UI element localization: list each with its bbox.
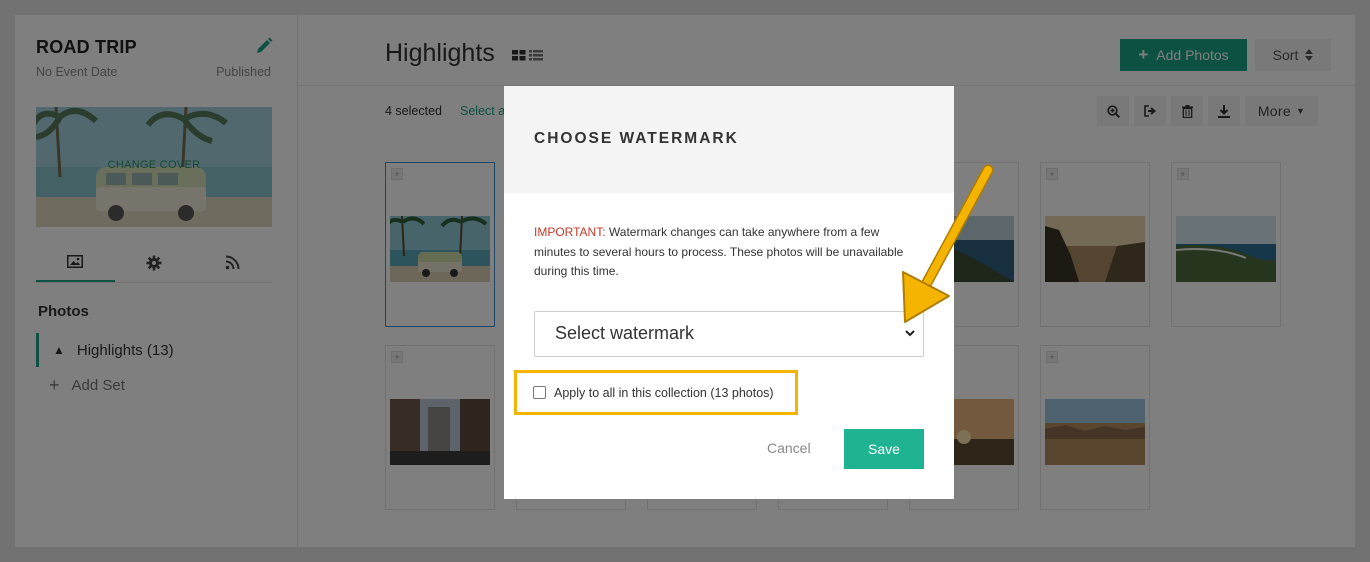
watermark-select-value: Select watermark xyxy=(555,323,695,343)
dialog-title: CHOOSE WATERMARK xyxy=(534,130,739,147)
save-button[interactable]: Save xyxy=(844,429,924,469)
cancel-button[interactable]: Cancel xyxy=(767,440,811,456)
watermark-dialog: CHOOSE WATERMARK IMPORTANT: Watermark ch… xyxy=(504,86,954,499)
apply-all-label: Apply to all in this collection (13 phot… xyxy=(554,385,774,400)
apply-all-checkbox[interactable] xyxy=(533,386,546,399)
dialog-header: CHOOSE WATERMARK xyxy=(504,86,954,193)
important-label: IMPORTANT: xyxy=(534,225,606,239)
dialog-body: IMPORTANT: Watermark changes can take an… xyxy=(504,193,954,357)
watermark-select[interactable]: Select watermark xyxy=(534,310,924,357)
callout-arrow-icon xyxy=(902,164,994,323)
apply-all-option[interactable]: Apply to all in this collection (13 phot… xyxy=(514,370,798,415)
important-notice: IMPORTANT: Watermark changes can take an… xyxy=(534,223,904,282)
